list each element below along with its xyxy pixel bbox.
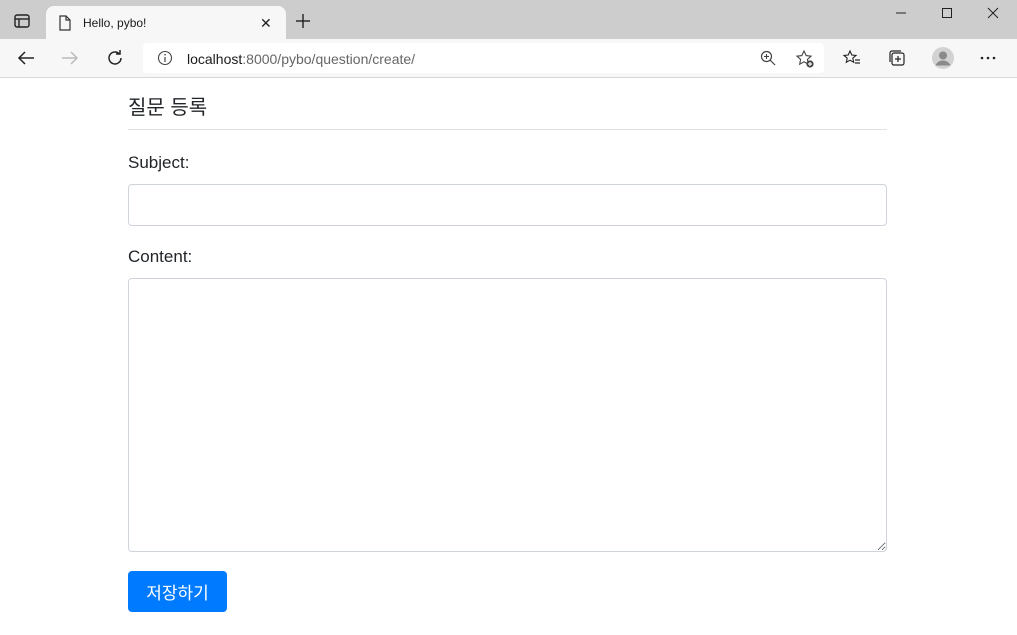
add-favorite-icon[interactable]	[795, 49, 815, 74]
url-host: localhost	[187, 51, 243, 67]
content-label: Content:	[128, 247, 193, 266]
url-text[interactable]: localhost:8000/pybo/question/create/	[187, 51, 415, 67]
forward-icon	[60, 48, 80, 68]
window-close-icon[interactable]	[983, 6, 1003, 20]
more-icon[interactable]	[978, 48, 998, 68]
back-icon[interactable]	[16, 48, 36, 68]
profile-icon[interactable]	[931, 46, 955, 70]
collections-icon[interactable]	[887, 48, 907, 68]
favorites-icon[interactable]	[842, 48, 862, 68]
subject-input[interactable]	[128, 184, 887, 226]
zoom-icon[interactable]	[759, 49, 777, 72]
page-icon	[58, 15, 72, 36]
minimize-icon[interactable]	[891, 6, 911, 20]
url-path: :8000/pybo/question/create/	[242, 51, 416, 67]
page-title: 질문 등록	[128, 78, 887, 130]
page-container: 질문 등록 Subject: Content: 저장하기	[128, 78, 887, 612]
tab-close-icon[interactable]: ✕	[260, 16, 272, 30]
browser-toolbar: localhost:8000/pybo/question/create/	[0, 39, 1017, 78]
tab-actions-icon[interactable]	[12, 11, 32, 31]
tab-title: Hello, pybo!	[83, 16, 147, 30]
info-icon[interactable]	[157, 50, 173, 71]
new-tab-icon[interactable]	[295, 13, 311, 34]
browser-tab[interactable]: Hello, pybo! ✕	[46, 6, 286, 39]
tab-strip: Hello, pybo! ✕	[0, 0, 1017, 39]
content-textarea[interactable]	[128, 278, 887, 552]
save-button[interactable]: 저장하기	[128, 571, 227, 612]
subject-label: Subject:	[128, 153, 190, 172]
maximize-icon[interactable]	[937, 6, 957, 20]
address-bar[interactable]: localhost:8000/pybo/question/create/	[143, 43, 824, 73]
refresh-icon[interactable]	[105, 48, 125, 68]
